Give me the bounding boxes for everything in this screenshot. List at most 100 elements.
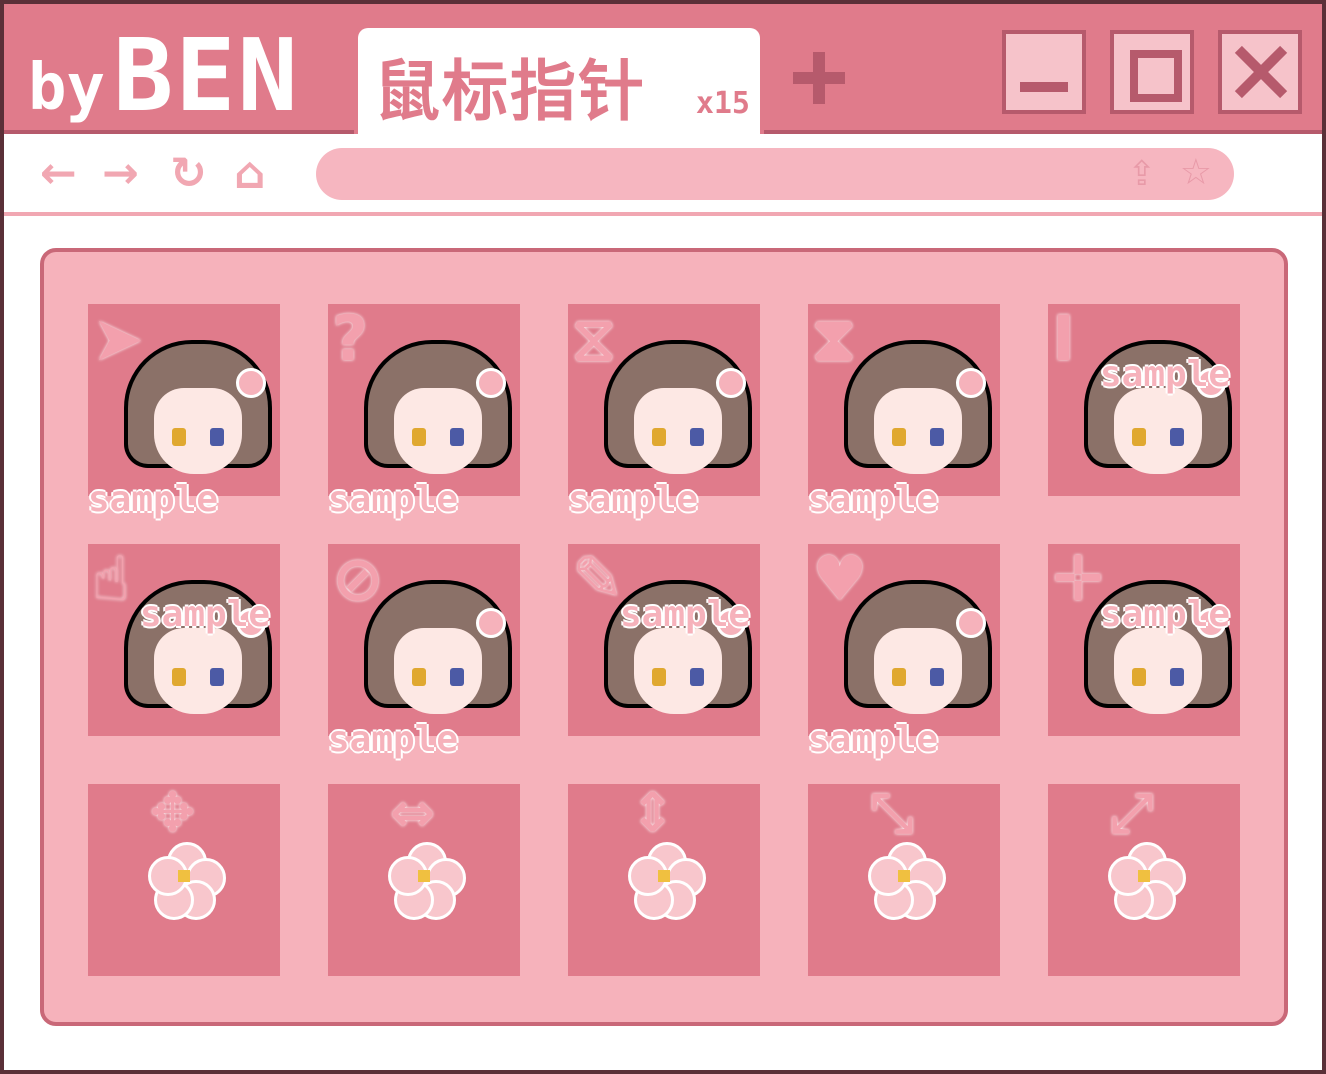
eye [172,428,186,446]
cursor-grid-panel: sample ➤ sample? sample ⧖ sample ⧗ sample Isampl… [40,248,1288,1026]
eye [690,668,704,686]
eye [1170,428,1184,446]
cursor-tile-unavailable[interactable]: sample ⊘ [328,542,520,760]
eye [210,668,224,686]
sample-watermark: sample [620,594,751,635]
eye [210,428,224,446]
cursor-tile-diagonal-resize-2[interactable]: ⤢ [1048,781,1240,976]
title-bar: by BEN 鼠标指针 x15 [4,4,1322,138]
hair-flower-icon [236,368,266,398]
face [1114,388,1202,474]
cursor-tile-favorite[interactable]: sample ♥ [808,542,1000,760]
eye [892,428,906,446]
cursor-tile-vertical-resize[interactable]: ⇕ [568,781,760,976]
eye [1170,668,1184,686]
sample-watermark: sample [1100,594,1231,635]
character-avatar [368,584,508,734]
forward-arrow-icon[interactable]: → [102,146,139,202]
face [394,628,482,714]
face [154,628,242,714]
address-bar[interactable]: ⇪ ☆ [316,148,1234,200]
eye [172,668,186,686]
hair-flower-icon [716,368,746,398]
hand-pointer-icon: ☝ [92,542,130,615]
eye [930,428,944,446]
eye [412,668,426,686]
cursor-tile-diagonal-resize-1[interactable]: ⤡ [808,781,1000,976]
heart-icon: ♥ [812,542,868,615]
new-tab-button[interactable] [789,48,849,108]
minimize-button[interactable] [1002,30,1086,114]
cursor-tile-text-select[interactable]: sample I [1048,304,1240,496]
sample-watermark: sample [328,719,459,760]
diagonal-resize-ne-icon: ⤢ [1110,781,1154,844]
face [874,388,962,474]
diagonal-resize-nw-icon: ⤡ [870,781,914,844]
reload-icon[interactable]: ↻ [170,146,207,202]
cursor-tile-link-select[interactable]: sample ☝ [88,544,280,736]
tab-title: 鼠标指针 [374,53,646,130]
pen-icon: ✎ [572,542,624,615]
eye [412,428,426,446]
face [874,628,962,714]
pointer-arrow-icon: ➤ [92,302,144,375]
sample-watermark: sample [568,479,699,520]
eye [450,428,464,446]
home-icon[interactable]: ⌂ [234,146,266,202]
sample-watermark: sample [808,719,939,760]
back-arrow-icon[interactable]: ← [40,146,77,202]
eye [652,668,666,686]
no-sign-icon: ⊘ [332,542,384,615]
hair-flower-icon [956,368,986,398]
eye [1132,428,1146,446]
face [154,388,242,474]
character-avatar [368,344,508,494]
brand-name: BEN [113,17,300,134]
flower-icon [148,842,226,920]
face [634,628,722,714]
share-icon[interactable]: ⇪ [1128,154,1157,194]
tab-cursor-set[interactable]: 鼠标指针 x15 [354,24,764,138]
cursor-tile-handwriting[interactable]: sample ✎ [568,544,760,736]
flower-icon [628,842,706,920]
face [1114,628,1202,714]
cursor-tile-move[interactable]: ✥ [88,781,280,976]
hourglass-icon: ⧗ [812,302,856,375]
flower-icon [388,842,466,920]
hair-flower-icon [476,608,506,638]
close-button[interactable] [1218,30,1302,114]
character-avatar [608,344,748,494]
cursor-tile-horizontal-resize[interactable]: ⇔ [328,781,520,976]
arrow-busy-icon: ⧖ [572,302,616,375]
face [394,388,482,474]
crosshair-icon: ✛ [1052,542,1104,615]
vertical-resize-icon: ⇕ [630,781,676,844]
eye [1132,668,1146,686]
eye [892,668,906,686]
move-arrows-icon: ✥ [150,781,196,844]
cursor-tile-precision-select[interactable]: sample ✛ [1048,544,1240,736]
hair-flower-icon [956,608,986,638]
character-avatar [848,344,988,494]
cursor-tile-normal-select[interactable]: sample ➤ [88,302,280,520]
maximize-button[interactable] [1110,30,1194,114]
cursor-tile-help-select[interactable]: sample? [328,302,520,520]
horizontal-resize-icon: ⇔ [390,781,436,844]
eye [690,428,704,446]
text-beam-icon: I [1052,302,1076,375]
character-avatar [128,344,268,494]
flower-icon [1108,842,1186,920]
cursor-tile-working-in-background[interactable]: sample ⧖ [568,302,760,520]
flower-icon [868,842,946,920]
help-arrow-icon: ? [332,302,368,375]
maximize-icon [1130,50,1182,102]
sample-watermark: sample [88,479,219,520]
eye [652,428,666,446]
sample-watermark: sample [140,594,271,635]
cursor-tile-busy[interactable]: sample ⧗ [808,302,1000,520]
face [634,388,722,474]
eye [930,668,944,686]
star-icon[interactable]: ☆ [1180,152,1212,193]
sample-watermark: sample [808,479,939,520]
sample-watermark: sample [328,479,459,520]
